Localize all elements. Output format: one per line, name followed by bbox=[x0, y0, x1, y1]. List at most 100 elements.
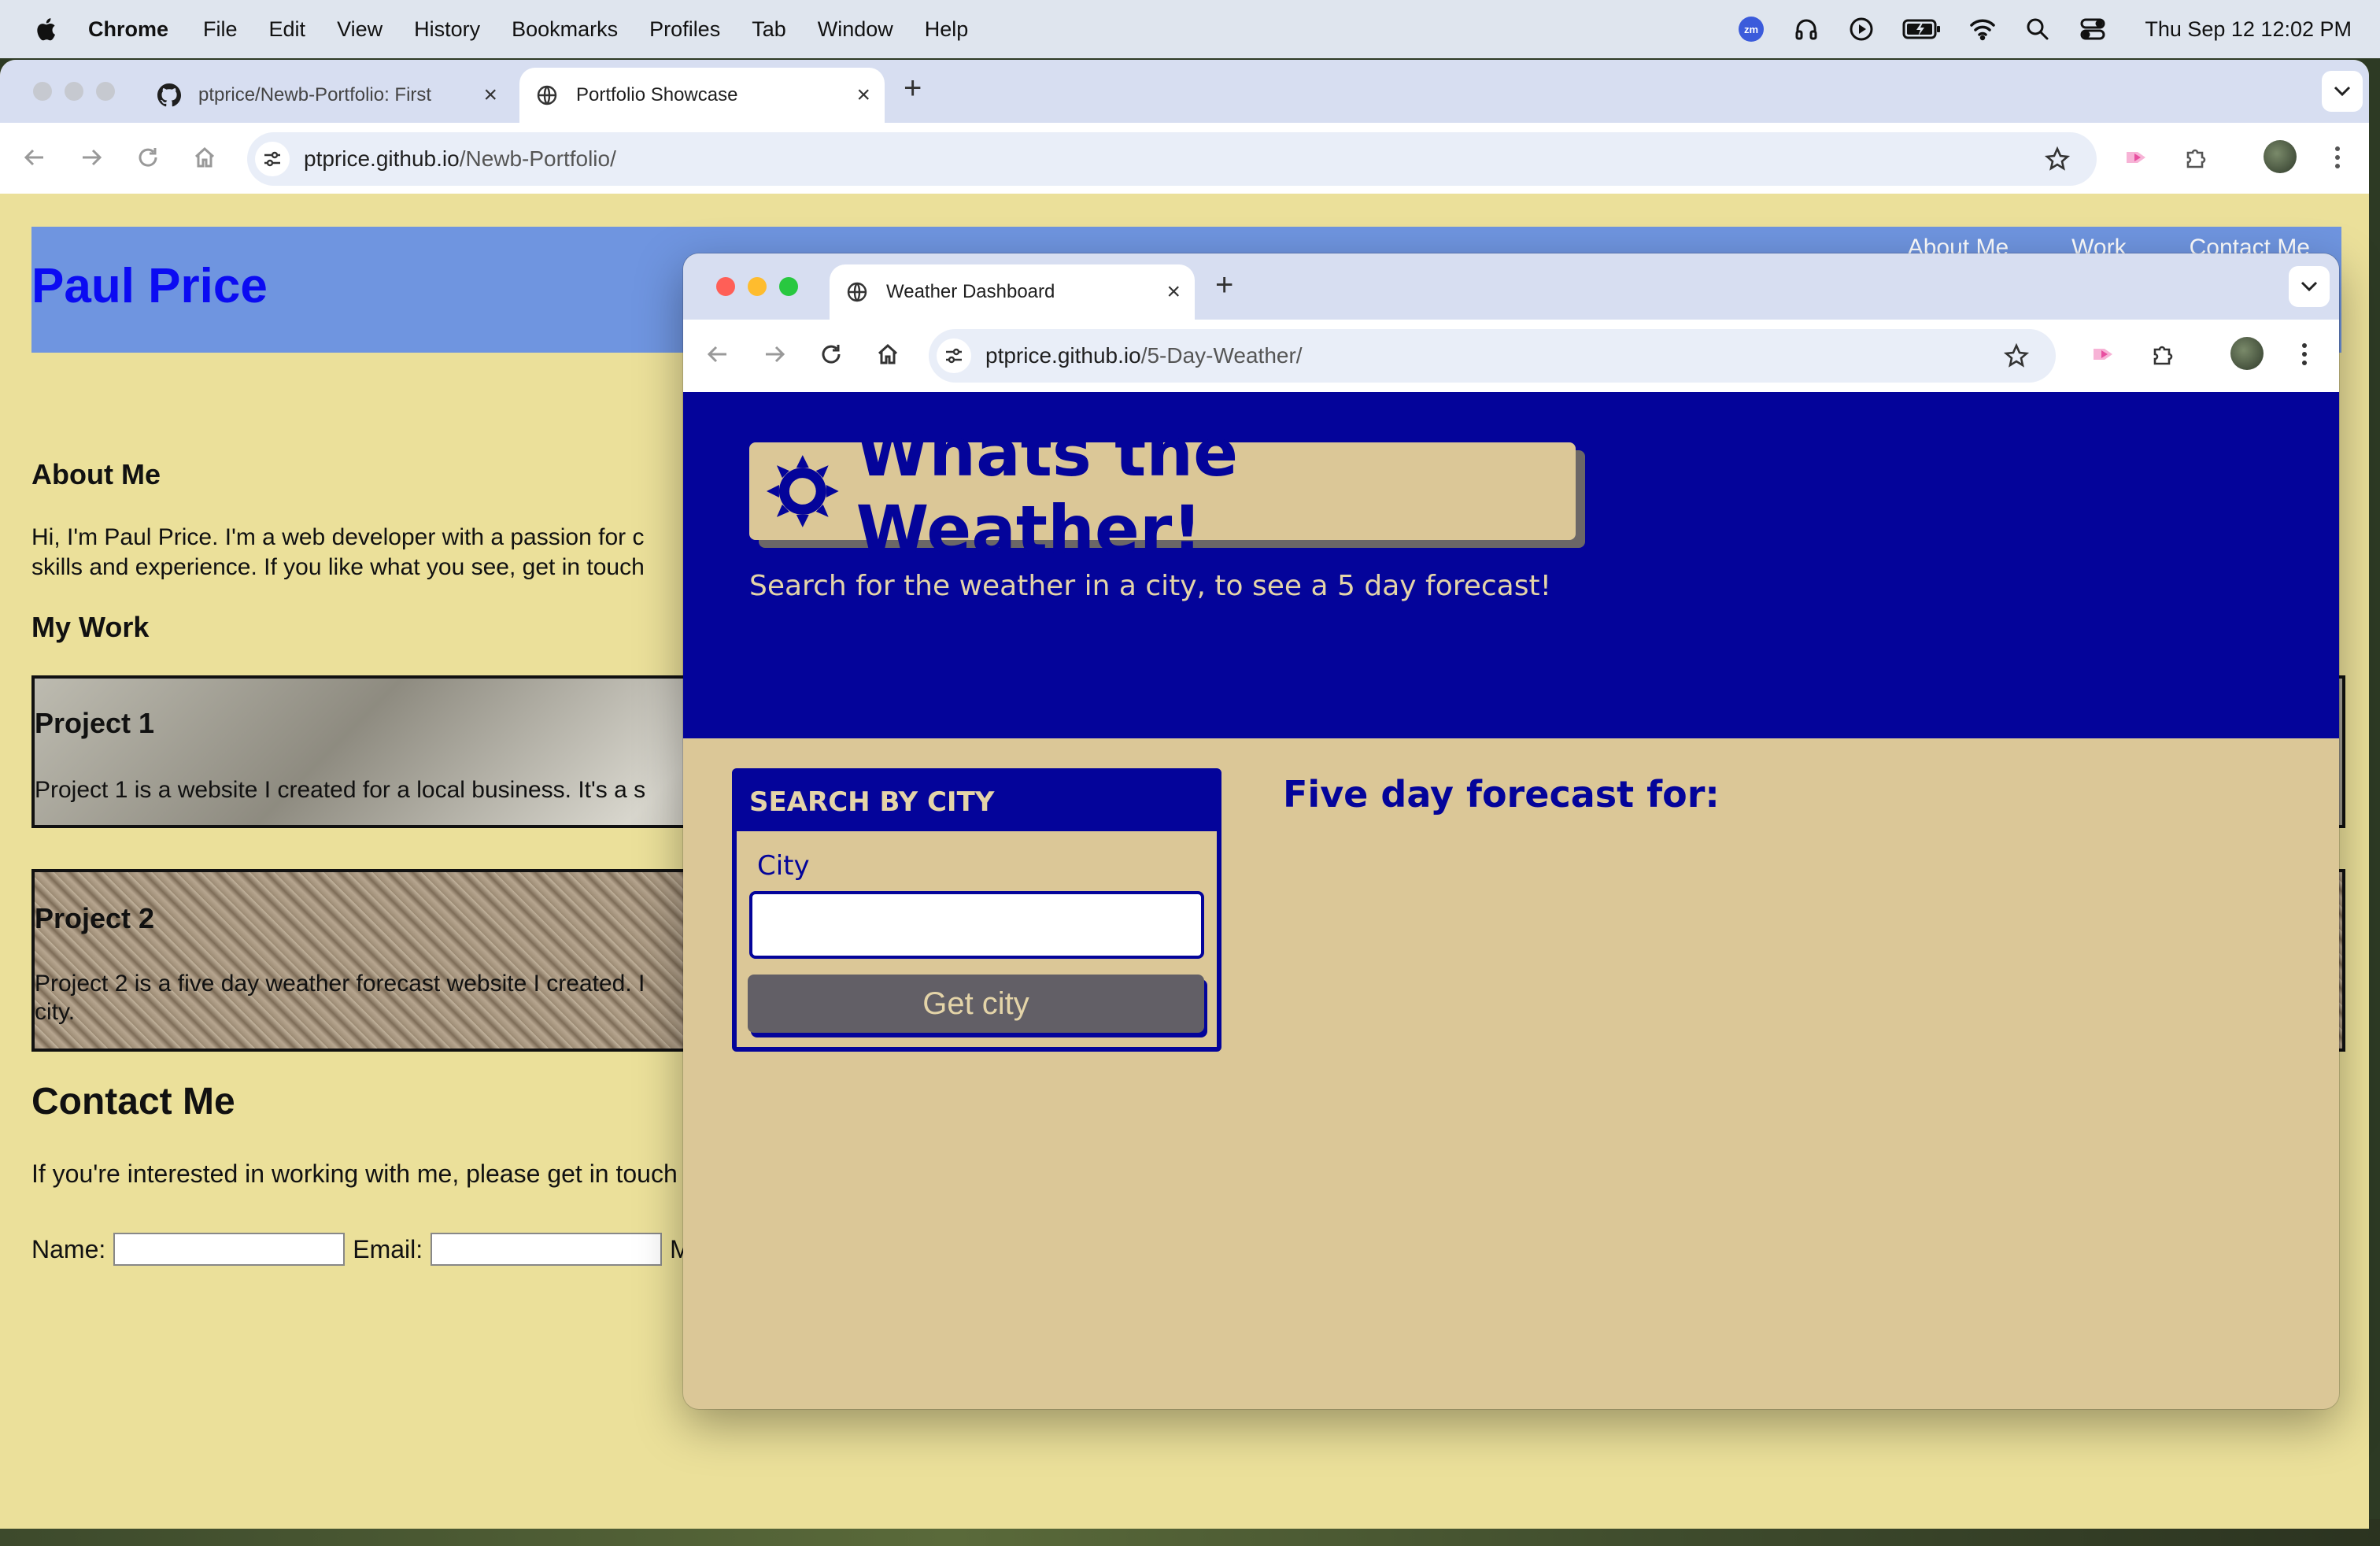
weather-title-box: Whats the Weather! bbox=[749, 414, 1576, 568]
menu-file[interactable]: File bbox=[203, 17, 238, 42]
window-controls bbox=[716, 277, 798, 296]
minimize-window-button[interactable] bbox=[748, 277, 767, 296]
sun-icon bbox=[766, 455, 839, 527]
address-bar[interactable]: ptprice.github.io/Newb-Portfolio/ bbox=[247, 132, 2097, 186]
battery-icon[interactable] bbox=[1902, 15, 1942, 43]
url-path: /Newb-Portfolio/ bbox=[459, 146, 616, 171]
menu-window[interactable]: Window bbox=[818, 17, 893, 42]
weather-browser-window: Weather Dashboard × + ptprice.github.io /… bbox=[683, 253, 2339, 1409]
name-input[interactable] bbox=[113, 1233, 346, 1266]
get-city-button[interactable]: Get city bbox=[748, 975, 1204, 1033]
macos-menubar: Chrome File Edit View History Bookmarks … bbox=[0, 0, 2380, 58]
browser-toolbar: ptprice.github.io/5-Day-Weather/ bbox=[683, 320, 2339, 392]
contact-heading: Contact Me bbox=[31, 1081, 235, 1123]
extension-pink-icon[interactable] bbox=[2120, 140, 2155, 175]
tab-github-portfolio[interactable]: ptprice/Newb-Portfolio: First × bbox=[142, 68, 512, 123]
weather-title: Whats the Weather! bbox=[856, 414, 1239, 568]
play-icon[interactable] bbox=[1847, 15, 1876, 43]
tab-strip: Weather Dashboard × + bbox=[683, 253, 2339, 320]
back-arrow-icon[interactable] bbox=[17, 140, 52, 175]
profile-avatar[interactable] bbox=[2264, 140, 2297, 173]
tab-strip: ptprice/Newb-Portfolio: First × Portfoli… bbox=[0, 60, 2369, 123]
weather-hero: Whats the Weather! Search for the weathe… bbox=[683, 392, 2339, 738]
city-input[interactable] bbox=[749, 891, 1204, 959]
new-tab-icon[interactable]: + bbox=[1215, 268, 1233, 303]
tab-search-dropdown[interactable] bbox=[2322, 71, 2363, 112]
email-input[interactable] bbox=[431, 1233, 663, 1266]
close-window-button[interactable] bbox=[33, 82, 52, 101]
globe-icon bbox=[845, 280, 869, 304]
reload-icon[interactable] bbox=[814, 337, 848, 372]
city-label: City bbox=[757, 850, 810, 882]
back-arrow-icon[interactable] bbox=[700, 337, 735, 372]
tab-search-dropdown[interactable] bbox=[2289, 266, 2330, 307]
profile-avatar[interactable] bbox=[2230, 337, 2264, 370]
menu-tab[interactable]: Tab bbox=[752, 17, 786, 42]
about-heading: About Me bbox=[31, 458, 161, 490]
svg-text:zm: zm bbox=[1744, 24, 1758, 35]
new-tab-icon[interactable]: + bbox=[904, 71, 922, 106]
menu-view[interactable]: View bbox=[337, 17, 382, 42]
tab-portfolio-showcase[interactable]: Portfolio Showcase × bbox=[519, 68, 885, 123]
project-description: Project 1 is a website I created for a l… bbox=[35, 777, 646, 803]
menubar-clock[interactable]: Thu Sep 12 12:02 PM bbox=[2145, 17, 2352, 42]
bookmark-star-icon[interactable] bbox=[2042, 143, 2073, 175]
globe-icon bbox=[535, 83, 559, 107]
project-title: Project 1 bbox=[35, 707, 155, 739]
bookmark-star-icon[interactable] bbox=[2001, 340, 2032, 372]
minimize-window-button[interactable] bbox=[65, 82, 83, 101]
search-panel-heading: SEARCH BY CITY bbox=[737, 773, 1217, 831]
github-icon bbox=[157, 83, 181, 107]
email-label: Email: bbox=[353, 1234, 423, 1263]
extensions-puzzle-icon[interactable] bbox=[2145, 337, 2180, 372]
menu-bookmarks[interactable]: Bookmarks bbox=[512, 17, 618, 42]
more-menu-icon[interactable] bbox=[2287, 337, 2322, 372]
headphones-icon[interactable] bbox=[1792, 15, 1820, 43]
zoom-icon[interactable]: zm bbox=[1737, 15, 1765, 43]
contact-text: If you're interested in working with me,… bbox=[31, 1160, 678, 1188]
chevron-down-icon bbox=[2301, 281, 2318, 292]
work-heading: My Work bbox=[31, 611, 150, 643]
zoom-window-button[interactable] bbox=[779, 277, 798, 296]
more-menu-icon[interactable] bbox=[2320, 140, 2355, 175]
control-center-icon[interactable] bbox=[2079, 15, 2107, 43]
url-host: ptprice.github.io bbox=[985, 343, 1141, 368]
close-tab-icon[interactable]: × bbox=[856, 82, 870, 109]
reload-icon[interactable] bbox=[131, 140, 165, 175]
home-icon[interactable] bbox=[870, 337, 905, 372]
search-panel: SEARCH BY CITY City Get city bbox=[732, 768, 1221, 1052]
forecast-heading: Five day forecast for: bbox=[1283, 773, 1720, 816]
forward-arrow-icon[interactable] bbox=[757, 337, 792, 372]
zoom-window-button[interactable] bbox=[96, 82, 115, 101]
close-tab-icon[interactable]: × bbox=[1166, 279, 1181, 305]
menubar-status-area: zm Thu Sep 12 12:02 PM bbox=[1737, 0, 2352, 58]
url-host: ptprice.github.io bbox=[304, 146, 460, 171]
project-title: Project 2 bbox=[35, 902, 155, 934]
forward-arrow-icon[interactable] bbox=[74, 140, 109, 175]
close-window-button[interactable] bbox=[716, 277, 735, 296]
project-description-cont: city. bbox=[35, 999, 76, 1025]
browser-toolbar: ptprice.github.io/Newb-Portfolio/ bbox=[0, 123, 2369, 194]
site-info-icon[interactable] bbox=[255, 142, 290, 176]
home-icon[interactable] bbox=[187, 140, 222, 175]
site-info-icon[interactable] bbox=[937, 338, 971, 373]
contact-form: Name: Email: M bbox=[31, 1233, 691, 1266]
tab-weather-dashboard[interactable]: Weather Dashboard × bbox=[830, 264, 1195, 320]
about-text-line1: Hi, I'm Paul Price. I'm a web developer … bbox=[31, 524, 645, 550]
menu-profiles[interactable]: Profiles bbox=[649, 17, 720, 42]
apple-logo-icon[interactable] bbox=[33, 16, 57, 43]
portfolio-name: Paul Price bbox=[31, 259, 268, 313]
about-text-line2: skills and experience. If you like what … bbox=[31, 554, 645, 580]
menu-edit[interactable]: Edit bbox=[269, 17, 306, 42]
wifi-icon[interactable] bbox=[1968, 15, 1997, 43]
spotlight-search-icon[interactable] bbox=[2023, 15, 2052, 43]
extension-pink-icon[interactable] bbox=[2087, 337, 2122, 372]
close-tab-icon[interactable]: × bbox=[483, 82, 497, 109]
extensions-puzzle-icon[interactable] bbox=[2179, 140, 2213, 175]
address-bar[interactable]: ptprice.github.io/5-Day-Weather/ bbox=[929, 329, 2056, 383]
menu-help[interactable]: Help bbox=[925, 17, 969, 42]
weather-subtitle: Search for the weather in a city, to see… bbox=[749, 570, 1552, 602]
menu-history[interactable]: History bbox=[414, 17, 480, 42]
menu-app-chrome[interactable]: Chrome bbox=[88, 17, 168, 42]
name-label: Name: bbox=[31, 1234, 106, 1263]
